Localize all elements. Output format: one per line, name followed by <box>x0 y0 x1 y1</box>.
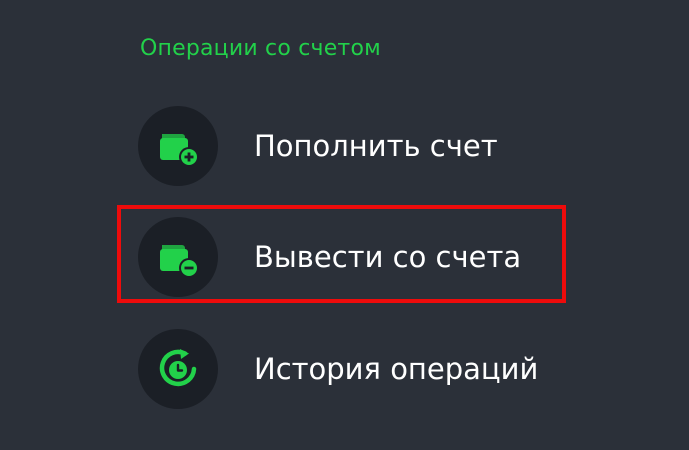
menu-item-top-up[interactable]: Пополнить счет <box>138 105 568 187</box>
history-clock-icon <box>138 329 218 409</box>
menu-item-history[interactable]: История операций <box>138 328 568 410</box>
highlight-frame <box>117 205 566 303</box>
section-title: Операции со счетом <box>140 36 381 61</box>
menu-item-label: Пополнить счет <box>254 129 498 163</box>
wallet-plus-icon <box>138 106 218 186</box>
menu-item-label: История операций <box>254 352 539 386</box>
account-operations-menu: Операции со счетом Пополнить счет Вывест… <box>0 0 689 450</box>
